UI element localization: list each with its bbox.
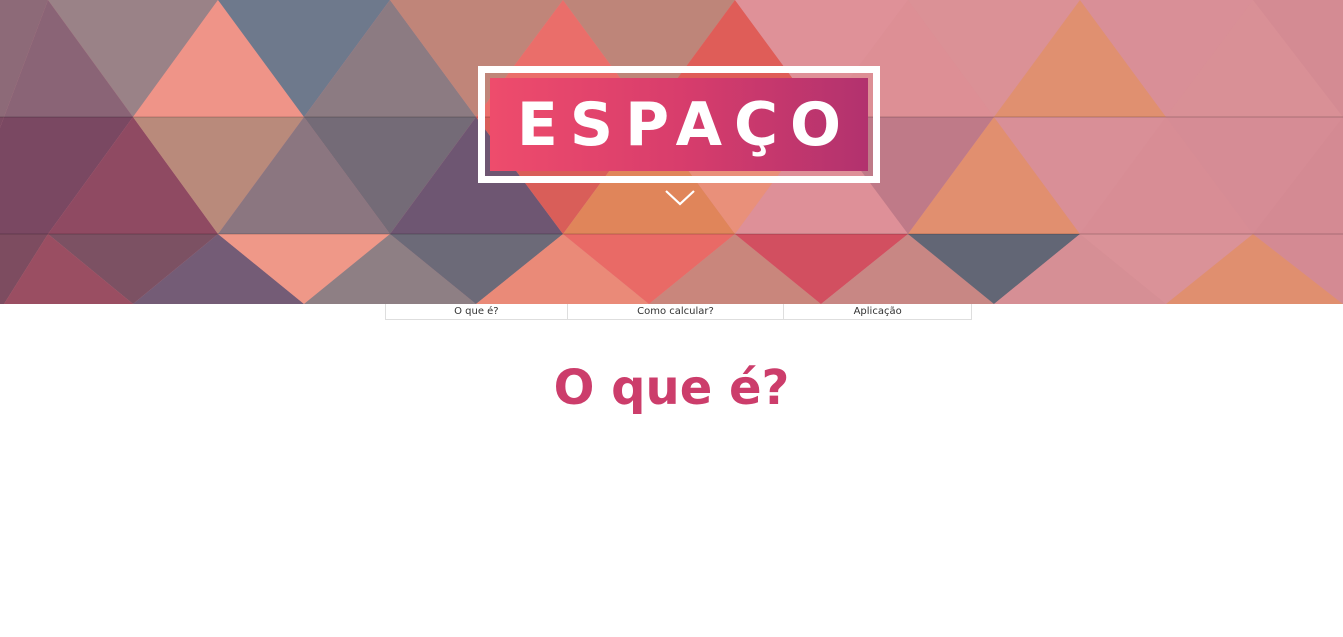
nav-item-application[interactable]: Aplicação — [784, 304, 971, 319]
section-nav: O que é? Como calcular? Aplicação — [385, 304, 972, 320]
chevron-down-icon[interactable] — [663, 187, 697, 209]
hero-banner: ESPAÇO — [0, 0, 1343, 304]
page-title: ESPAÇO — [516, 89, 854, 160]
section-heading: O que é? — [553, 360, 790, 416]
page-title-background: ESPAÇO — [490, 78, 868, 171]
page-title-box: ESPAÇO — [478, 66, 880, 183]
nav-item-how-to-calculate[interactable]: Como calcular? — [568, 304, 785, 319]
nav-item-what-is[interactable]: O que é? — [386, 304, 568, 319]
